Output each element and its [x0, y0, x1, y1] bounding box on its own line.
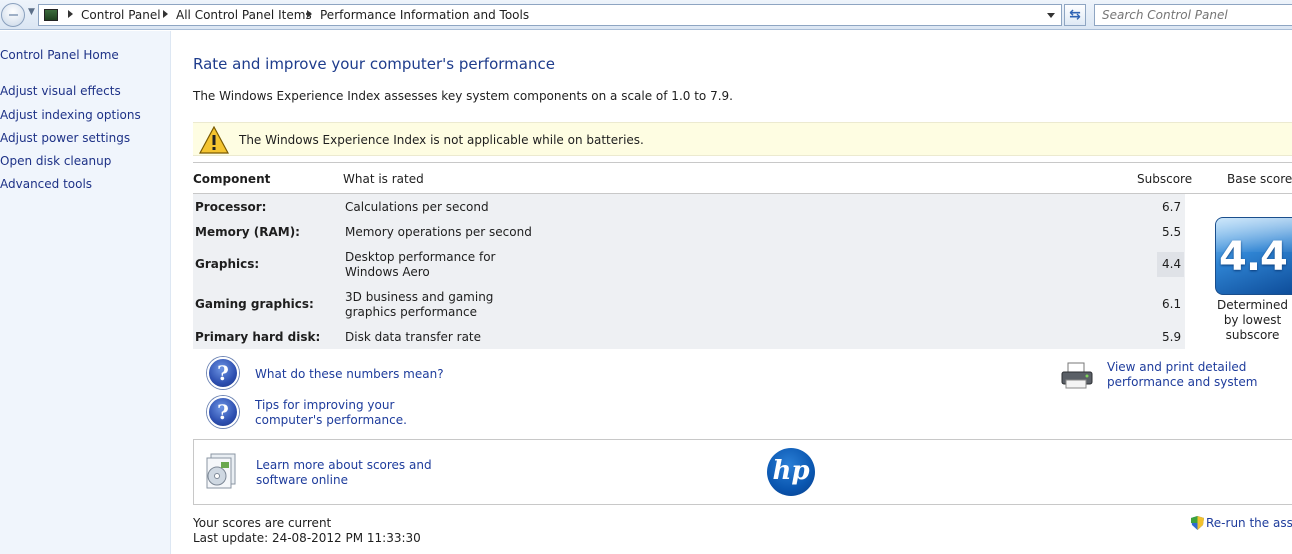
rerun-assessment-link[interactable]: Re-run the assessment [1206, 516, 1292, 530]
help-question-icon: ? [207, 396, 239, 428]
table-row-memory-label: Memory (RAM): [195, 225, 300, 239]
search-input[interactable] [1094, 4, 1292, 26]
uac-shield-icon [1191, 516, 1204, 530]
tips-improving-performance-link[interactable]: Tips for improving your computer's perfo… [255, 398, 460, 428]
table-row-hard-disk-score: 5.9 [1162, 330, 1182, 344]
table-row-processor-label: Processor: [195, 200, 267, 214]
table-row-graphics-what: Desktop performance for Windows Aero [345, 250, 496, 279]
control-panel-icon [44, 9, 58, 21]
printer-icon [1061, 362, 1093, 389]
table-row-hard-disk-what: Disk data transfer rate [345, 330, 482, 344]
software-disc-icon [206, 453, 236, 489]
column-header-what-is-rated: What is rated [343, 172, 424, 186]
table-row-graphics-label: Graphics: [195, 257, 260, 271]
page-description: The Windows Experience Index assesses ke… [193, 89, 733, 103]
table-row-processor-what: Calculations per second [345, 200, 489, 214]
table-row-memory-score: 5.5 [1162, 225, 1182, 239]
table-row-gaming-graphics-label: Gaming graphics: [195, 297, 314, 311]
warning-text: The Windows Experience Index is not appl… [239, 133, 644, 147]
back-button[interactable] [1, 3, 25, 27]
table-row-gaming-graphics-what: 3D business and gaming graphics performa… [345, 290, 494, 319]
scores-status: Your scores are current Last update: 24-… [193, 516, 421, 546]
refresh-button[interactable]: ⇆ [1064, 4, 1086, 26]
address-bar[interactable]: Control Panel All Control Panel Items Pe… [38, 4, 1062, 26]
breadcrumb-control-panel[interactable]: Control Panel [81, 8, 161, 22]
page-title: Rate and improve your computer's perform… [193, 55, 555, 73]
breadcrumb-arrow-icon[interactable] [68, 10, 73, 18]
sidebar-adjust-power-settings[interactable]: Adjust power settings [0, 131, 130, 145]
breadcrumb-performance[interactable]: Performance Information and Tools [320, 8, 529, 22]
learn-more-scores-link[interactable]: Learn more about scores and software onl… [256, 458, 471, 488]
breadcrumb-arrow-icon[interactable] [307, 10, 312, 18]
breadcrumb-all-items[interactable]: All Control Panel Items [176, 8, 312, 22]
sidebar-adjust-visual-effects[interactable]: Adjust visual effects [0, 84, 121, 98]
sidebar-open-disk-cleanup[interactable]: Open disk cleanup [0, 154, 111, 168]
sidebar-control-panel-home[interactable]: Control Panel Home [0, 48, 119, 62]
column-header-base-score: Base score [1227, 172, 1292, 186]
warning-icon [199, 126, 229, 154]
table-row-processor-score: 6.7 [1162, 200, 1182, 214]
view-print-details-link[interactable]: View and print detailed performance and … [1107, 360, 1292, 390]
table-top-divider [193, 162, 1292, 163]
table-row-graphics-score: 4.4 [1162, 257, 1182, 271]
base-score-value: 4.4 [1219, 234, 1288, 280]
breadcrumb-arrow-icon[interactable] [163, 10, 168, 18]
sidebar-advanced-tools[interactable]: Advanced tools [0, 177, 92, 191]
column-header-component: Component [193, 172, 271, 186]
base-score-badge: 4.4 [1215, 217, 1292, 295]
scores-current-text: Your scores are current [193, 516, 332, 530]
sidebar-adjust-indexing-options[interactable]: Adjust indexing options [0, 108, 141, 122]
sidebar: Control Panel Home Adjust visual effects… [0, 31, 171, 554]
table-row-gaming-graphics-score: 6.1 [1162, 297, 1182, 311]
base-score-note: Determined by lowest subscore [1216, 298, 1289, 342]
recent-pages-dropdown-icon[interactable]: ▼ [28, 7, 35, 17]
last-update-text: Last update: 24-08-2012 PM 11:33:30 [193, 531, 421, 545]
address-toolbar: ▼ Control Panel All Control Panel Items … [0, 0, 1292, 30]
table-row-memory-what: Memory operations per second [345, 225, 532, 239]
table-row-hard-disk-label: Primary hard disk: [195, 330, 321, 344]
column-header-subscore: Subscore [1137, 172, 1193, 186]
battery-warning-banner: The Windows Experience Index is not appl… [193, 122, 1292, 156]
help-question-icon: ? [207, 357, 239, 389]
address-dropdown-icon[interactable] [1047, 13, 1055, 18]
scores-table [193, 194, 1185, 349]
what-do-numbers-mean-link[interactable]: What do these numbers mean? [255, 367, 444, 382]
hp-logo: hp [767, 448, 815, 496]
